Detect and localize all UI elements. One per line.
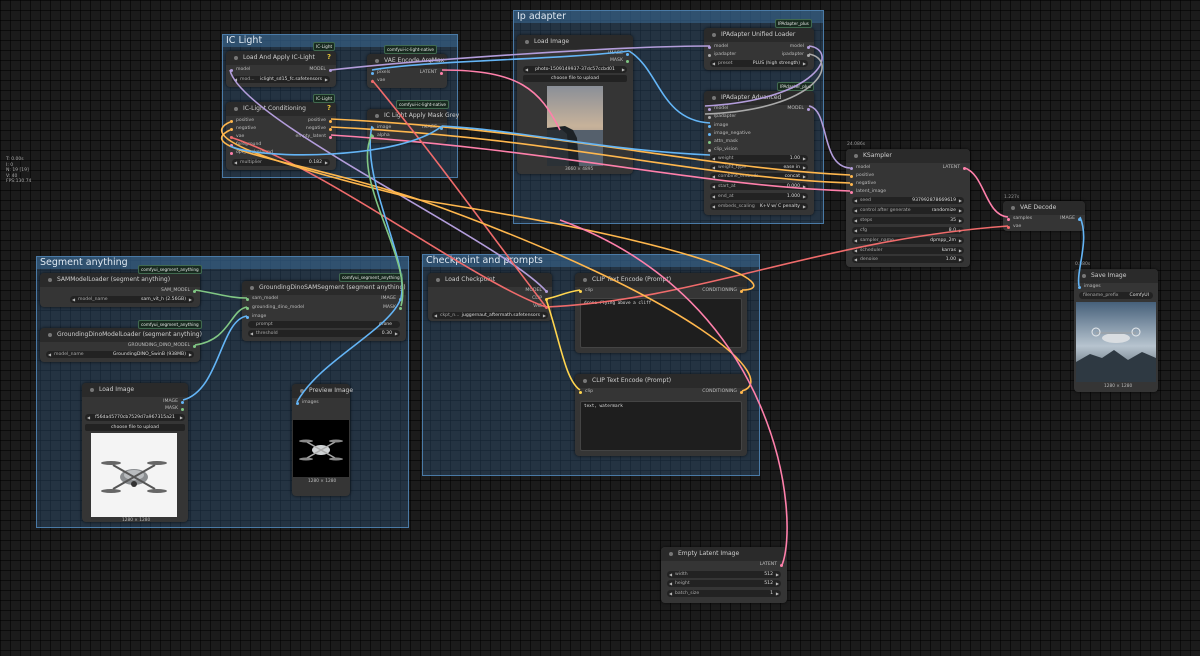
wire-model-ipadapter-unified[interactable] [704, 45, 823, 107]
wire-image-gdino-to-maskgrey[interactable] [369, 125, 403, 299]
wire-clip-to-positive[interactable] [545, 289, 581, 300]
wire-image-top-to-ipadapter[interactable] [628, 50, 711, 124]
wire-vae-ckpt-to-iclight[interactable] [229, 136, 547, 308]
wire-model-ckpt-to-iclight[interactable] [229, 69, 547, 292]
wire-mask-gdino-to-maskgrey[interactable] [366, 133, 404, 307]
wire-vae-ckpt-to-decode[interactable] [545, 225, 1009, 308]
wire-image-gdino-to-preview[interactable] [296, 297, 402, 403]
wire-clip-to-negative[interactable] [545, 298, 581, 391]
wire-latent-ksampler-to-decode[interactable] [964, 167, 1009, 218]
wire-sam-model[interactable] [194, 289, 248, 299]
wire-model-ipadapter-ksampler[interactable] [808, 105, 851, 169]
wire-conditioning-positive-to-iclight[interactable] [221, 121, 755, 291]
wire-image-maskgrey-to-iclight-fg[interactable] [229, 125, 443, 156]
wire-image-bottom-to-gdino[interactable] [182, 315, 248, 401]
wire-dino-model[interactable] [194, 306, 248, 346]
wire-image-top-to-vae-argmax[interactable] [371, 50, 630, 71]
connection-wires [182, 45, 1085, 566]
wire-image-decode-to-save[interactable] [1077, 216, 1085, 287]
wire-latent-argmax-to-ksampler[interactable] [441, 69, 561, 131]
wire-negative-iclight[interactable] [330, 126, 851, 184]
wire-positive-iclight[interactable] [330, 118, 851, 176]
wire-model-iclight-to-ipadapter[interactable] [330, 45, 711, 71]
